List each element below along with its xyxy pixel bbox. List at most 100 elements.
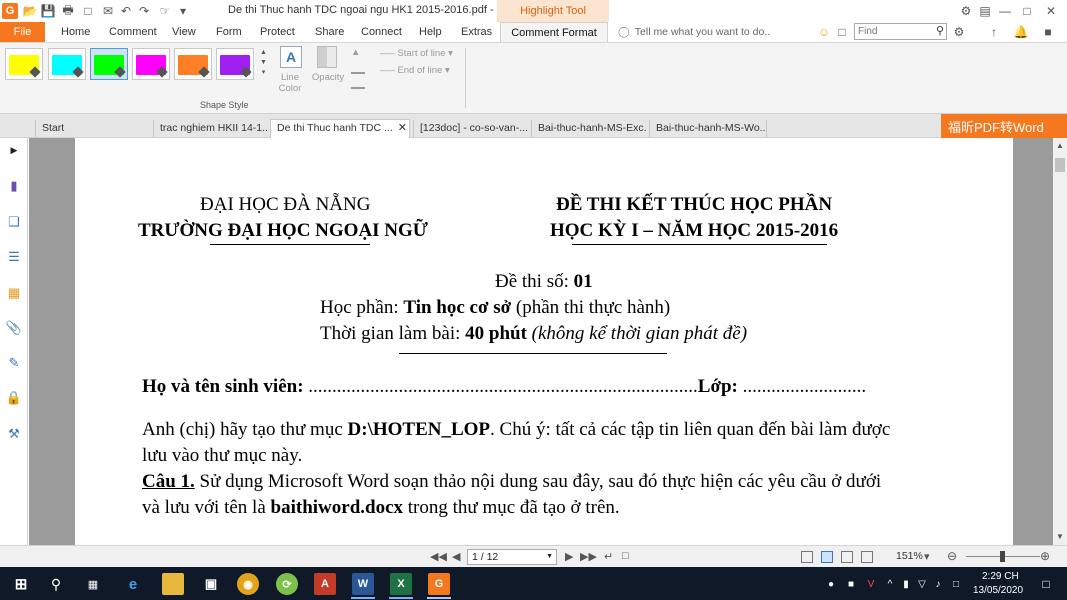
clock-time[interactable]: 2:29 CH (982, 571, 1019, 582)
bookmark-icon[interactable]: ▮ (6, 178, 22, 194)
layers-icon[interactable]: ☰ (6, 249, 22, 265)
doc-tab-start[interactable]: Start (35, 120, 153, 138)
search-options-icon[interactable]: ⚙ (951, 24, 967, 40)
zoom-in-icon[interactable]: ⊕ (1040, 549, 1050, 563)
show-hidden-icons-icon[interactable]: ^ (884, 578, 896, 590)
user-icon[interactable]: ■ (1040, 24, 1056, 40)
highlight-color-purple[interactable] (216, 48, 254, 80)
tab-home[interactable]: Home (61, 22, 90, 42)
doc-tab[interactable]: Bai-thuc-hanh-MS-Exc... (531, 120, 647, 138)
network-icon[interactable]: ▽ (916, 578, 928, 590)
word-icon[interactable]: W (352, 573, 374, 595)
page-number-input[interactable]: 1 / 12 ▼ (467, 549, 557, 565)
excel-icon[interactable]: X (390, 573, 412, 595)
zoom-dropdown-icon[interactable]: ▾ (924, 550, 930, 563)
previous-page-icon[interactable]: ◀ (452, 550, 460, 563)
battery-icon[interactable]: ▮ (900, 578, 912, 590)
line-width-icon[interactable] (351, 79, 365, 89)
scroll-thumb[interactable] (1055, 158, 1065, 172)
close-icon[interactable]: ✕ (1042, 2, 1060, 20)
start-of-line-button[interactable]: –— Start of line ▾ (380, 48, 453, 59)
comment-bubble-icon[interactable]: □ (834, 24, 850, 40)
search-icon[interactable]: ⚲ (45, 573, 67, 595)
close-tab-icon[interactable]: ✕ (398, 120, 407, 136)
comments-icon[interactable]: ▦ (6, 285, 22, 301)
restore-ribbon-icon[interactable]: ▤ (976, 2, 994, 20)
fill-bucket-icon[interactable]: ▲ (351, 47, 364, 60)
smiley-icon[interactable]: ☺ (816, 24, 832, 40)
task-view-icon[interactable]: ▦ (82, 573, 104, 595)
open-folder-icon[interactable]: 📂 (22, 3, 38, 19)
tab-help[interactable]: Help (419, 22, 442, 42)
tab-protect[interactable]: Protect (260, 22, 295, 42)
security-lock-icon[interactable]: 🔒 (6, 390, 22, 406)
zoom-out-icon[interactable]: ⊖ (947, 549, 957, 563)
previous-view-icon[interactable]: ↵ (604, 550, 613, 563)
expand-panel-icon[interactable]: ▶ (6, 142, 22, 158)
access-icon[interactable]: A (314, 573, 336, 595)
single-page-view-icon[interactable] (801, 551, 813, 563)
tab-comment[interactable]: Comment (109, 22, 157, 42)
highlight-color-orange[interactable] (174, 48, 212, 80)
maximize-icon[interactable]: □ (1018, 2, 1036, 20)
opacity-icon[interactable] (317, 46, 337, 68)
tell-me-search[interactable]: ◯ Tell me what you want to do.. (618, 22, 770, 42)
qa-customize-icon[interactable]: ▾ (175, 3, 191, 19)
settings-icon[interactable]: ⚙ (957, 2, 975, 20)
hand-tool-icon[interactable]: ☞ (157, 3, 173, 19)
facing-view-icon[interactable] (841, 551, 853, 563)
contextual-tab-highlight-tool[interactable]: Highlight Tool (497, 0, 609, 22)
highlight-color-yellow[interactable] (5, 48, 43, 80)
scroll-down-icon[interactable]: ▼ (1056, 532, 1064, 541)
tab-view[interactable]: View (172, 22, 196, 42)
speaker-icon[interactable]: ♪ (932, 578, 944, 590)
save-icon[interactable]: 💾 (40, 3, 56, 19)
tab-extras[interactable]: Extras (461, 22, 492, 42)
last-page-icon[interactable]: ▶▶ (580, 550, 597, 563)
find-input[interactable]: Find ⚲ (854, 23, 947, 40)
minimize-icon[interactable]: — (996, 2, 1014, 20)
action-center-icon[interactable]: □ (1040, 577, 1052, 591)
messenger-icon[interactable]: ● (825, 578, 837, 590)
edge-icon[interactable]: e (122, 573, 144, 595)
pages-icon[interactable]: ❏ (6, 214, 22, 230)
doc-tab[interactable]: [123doc] - co-so-van-... (413, 120, 529, 138)
undo-icon[interactable]: ↶ (118, 3, 134, 19)
zoom-level[interactable]: 151% (896, 550, 923, 562)
doc-tab-active[interactable]: De thi Thuc hanh TDC ... ✕ (270, 119, 410, 138)
redo-icon[interactable]: ↷ (136, 3, 152, 19)
next-view-icon[interactable]: □ (622, 550, 629, 562)
tab-file[interactable]: File (0, 22, 45, 42)
first-page-icon[interactable]: ◀◀ (430, 550, 447, 563)
store-icon[interactable]: ▣ (200, 573, 222, 595)
new-window-icon[interactable]: □ (80, 3, 96, 19)
scroll-up-icon[interactable]: ▲ (1056, 141, 1064, 150)
arrow-up-icon[interactable]: ↑ (986, 24, 1002, 40)
highlight-color-magenta[interactable] (132, 48, 170, 80)
highlight-color-cyan[interactable] (48, 48, 86, 80)
tab-share[interactable]: Share (315, 22, 344, 42)
foxit-taskbar-icon[interactable]: G (428, 573, 450, 595)
shield-icon[interactable]: ■ (845, 578, 857, 590)
doc-tab[interactable]: trac nghiem HKII 14-1... (153, 120, 268, 138)
language-icon[interactable]: □ (950, 578, 962, 590)
line-color-icon[interactable]: A (280, 46, 302, 68)
chevron-down-icon[interactable]: ▼ (546, 550, 553, 564)
end-of-line-button[interactable]: —– End of line ▾ (380, 65, 450, 76)
search-icon[interactable]: ⚲ (936, 24, 944, 37)
highlight-color-green[interactable] (90, 48, 128, 80)
chrome-icon[interactable]: ◉ (237, 573, 259, 595)
tab-comment-format[interactable]: Comment Format (500, 22, 608, 42)
tab-form[interactable]: Form (216, 22, 242, 42)
attachment-icon[interactable]: 📎 (6, 320, 22, 336)
clock-date[interactable]: 13/05/2020 (973, 585, 1023, 596)
convert-pdf-to-word-button[interactable]: 福昕PDF转Word (941, 114, 1067, 138)
foxit-logo-icon[interactable]: G (2, 3, 18, 19)
refresh-app-icon[interactable]: ⟳ (276, 573, 298, 595)
continuous-view-icon[interactable] (821, 551, 833, 563)
notification-icon[interactable]: 🔔 (1013, 24, 1029, 40)
doc-tab[interactable]: Bai-thuc-hanh-MS-Wo... (649, 120, 767, 138)
print-icon[interactable]: 🖶 (60, 3, 76, 19)
document-viewport[interactable]: ĐẠI HỌC ĐÀ NẴNG TRƯỜNG ĐẠI HỌC NGOẠI NGỮ… (29, 138, 1053, 545)
mail-icon[interactable]: ✉ (100, 3, 116, 19)
